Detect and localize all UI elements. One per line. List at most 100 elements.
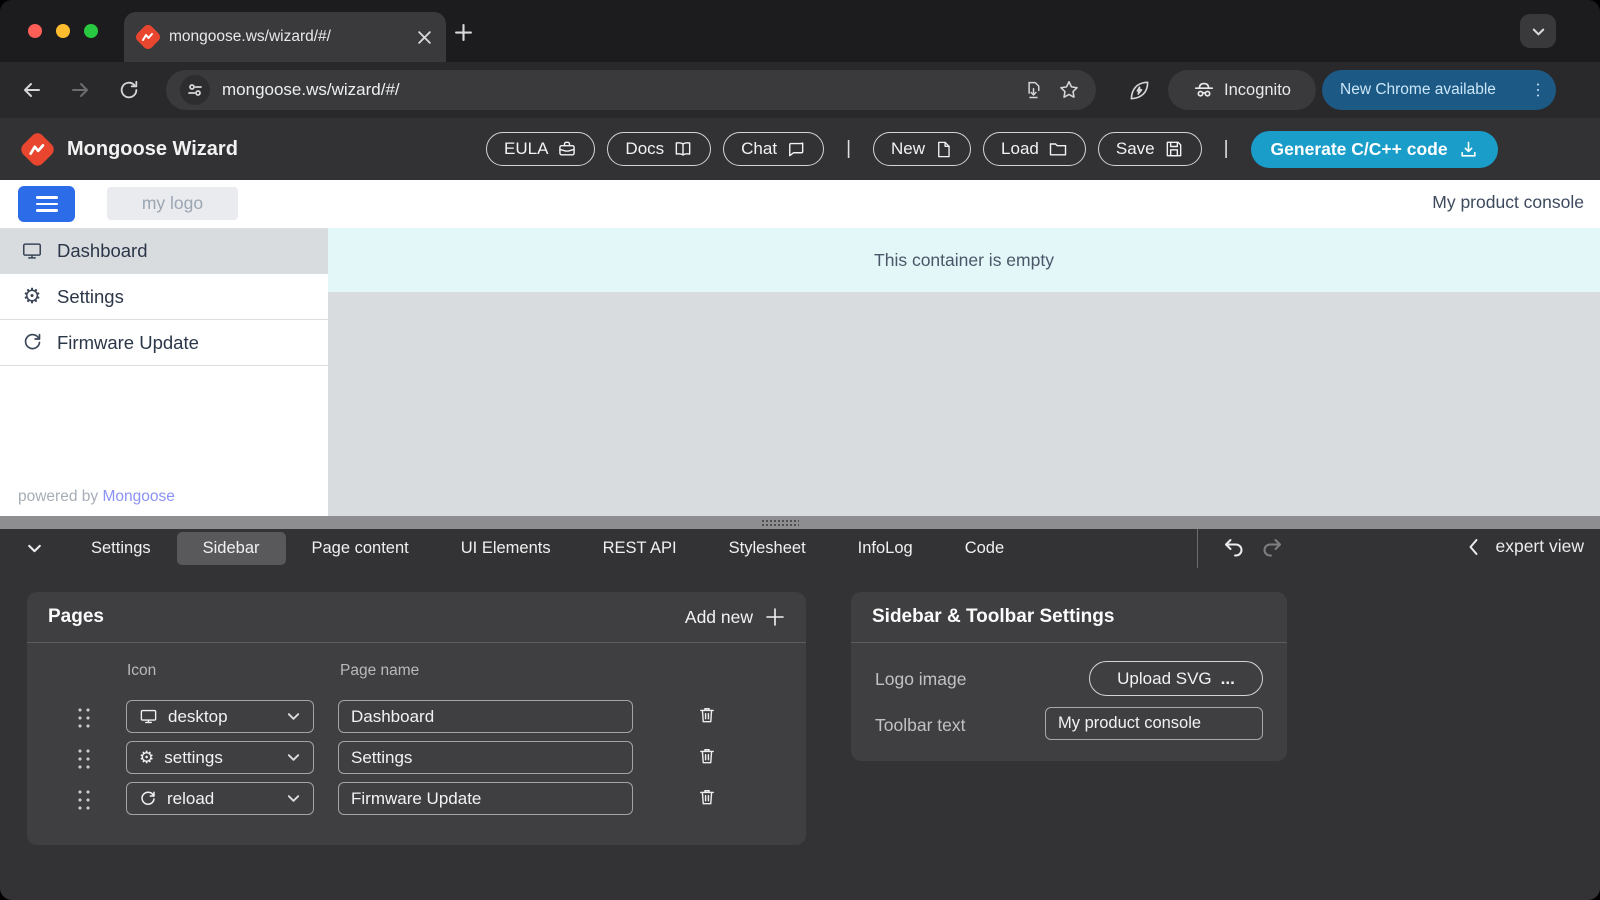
delete-page-button[interactable]	[697, 787, 717, 807]
plus-icon	[765, 607, 785, 627]
load-button[interactable]: Load	[983, 132, 1086, 166]
undo-button[interactable]	[1222, 535, 1246, 559]
gear-icon: ⚙	[139, 749, 154, 766]
redo-button[interactable]	[1260, 535, 1284, 559]
chat-button[interactable]: Chat	[723, 132, 824, 166]
icon-select-reload[interactable]: reload	[126, 782, 314, 815]
install-page-icon[interactable]	[1020, 77, 1046, 103]
preview-sidebar: Dashboard ⚙ Settings Firmware Update pow…	[0, 228, 328, 516]
delete-page-button[interactable]	[697, 705, 717, 725]
icon-select-settings[interactable]: ⚙ settings	[126, 741, 314, 774]
mongoose-favicon	[134, 23, 162, 51]
new-tab-button[interactable]	[455, 24, 472, 41]
page-row-settings: ⚙ settings	[27, 741, 806, 774]
sidebar-toolbar-settings-card: Sidebar & Toolbar Settings Logo image Up…	[851, 592, 1287, 761]
forward-button[interactable]	[67, 77, 93, 103]
bookmark-star-icon[interactable]	[1056, 77, 1082, 103]
tab-title: mongoose.ws/wizard/#/	[169, 28, 417, 46]
new-project-button[interactable]: New	[873, 132, 971, 166]
header-separator: |	[846, 138, 851, 160]
hamburger-menu-button[interactable]	[18, 186, 75, 222]
performance-leaf-icon[interactable]	[1126, 77, 1152, 103]
tab-code[interactable]: Code	[939, 532, 1030, 565]
drag-handle[interactable]	[76, 706, 91, 728]
back-button[interactable]	[19, 77, 45, 103]
mongoose-link[interactable]: Mongoose	[102, 488, 174, 505]
toolbar-text-label: Toolbar text	[875, 715, 965, 736]
page-name-input[interactable]	[338, 700, 633, 733]
icon-select-desktop[interactable]: desktop	[126, 700, 314, 733]
column-header-page-name: Page name	[340, 662, 419, 680]
floppy-disk-icon	[1164, 139, 1184, 159]
close-window-button[interactable]	[28, 24, 42, 38]
logo-placeholder[interactable]: my logo	[107, 187, 238, 220]
browser-tab[interactable]: mongoose.ws/wizard/#/	[124, 12, 446, 62]
settings-card-title: Sidebar & Toolbar Settings	[872, 606, 1114, 628]
pages-card: Pages Add new Icon Page name desktop	[27, 592, 806, 845]
collapse-panel-chevron-icon[interactable]	[26, 540, 43, 557]
tab-sidebar[interactable]: Sidebar	[177, 532, 286, 565]
chevron-down-icon	[286, 750, 301, 765]
incognito-badge: Incognito	[1168, 70, 1316, 110]
powered-by: powered by Mongoose	[18, 488, 175, 506]
empty-container-message: This container is empty	[328, 228, 1600, 292]
sidebar-item-firmware-update[interactable]: Firmware Update	[0, 320, 328, 366]
zoom-window-button[interactable]	[84, 24, 98, 38]
add-new-page-button[interactable]: Add new	[685, 607, 785, 628]
logo-image-label: Logo image	[875, 669, 966, 690]
eula-button[interactable]: EULA	[486, 132, 595, 166]
preview-toolbar-text: My product console	[1432, 192, 1584, 213]
drag-handle[interactable]	[76, 747, 91, 769]
page-name-input[interactable]	[338, 741, 633, 774]
browser-toolbar: mongoose.ws/wizard/#/ Incognito New Chro…	[0, 62, 1600, 118]
preview-content-area: This container is empty	[328, 228, 1600, 516]
page-row-firmware-update: reload	[27, 782, 806, 815]
site-settings-icon[interactable]	[180, 75, 210, 105]
new-chrome-available-button[interactable]: New Chrome available	[1322, 70, 1556, 110]
sidebar-item-dashboard[interactable]: Dashboard	[0, 228, 328, 274]
tab-ui-elements[interactable]: UI Elements	[435, 532, 577, 565]
update-label: New Chrome available	[1340, 81, 1520, 99]
save-button[interactable]: Save	[1098, 132, 1202, 166]
tab-settings[interactable]: Settings	[65, 532, 177, 565]
preview-topbar: my logo My product console	[0, 180, 1600, 228]
tab-search-chevron-button[interactable]	[1520, 14, 1556, 48]
tab-rest-api[interactable]: REST API	[577, 532, 703, 565]
tabbar-divider	[1197, 529, 1198, 568]
minimize-window-button[interactable]	[56, 24, 70, 38]
sidebar-item-settings[interactable]: ⚙ Settings	[0, 274, 328, 320]
tab-page-content[interactable]: Page content	[286, 532, 435, 565]
expert-view-toggle[interactable]: expert view	[1466, 536, 1584, 557]
file-icon	[934, 140, 953, 159]
chevron-down-icon	[286, 791, 301, 806]
page-name-input[interactable]	[338, 782, 633, 815]
delete-page-button[interactable]	[697, 746, 717, 766]
briefcase-icon	[557, 139, 577, 159]
address-bar[interactable]: mongoose.ws/wizard/#/	[166, 70, 1096, 110]
tab-stylesheet[interactable]: Stylesheet	[703, 532, 832, 565]
panel-resize-splitter[interactable]	[0, 516, 1600, 529]
tab-infolog[interactable]: InfoLog	[832, 532, 939, 565]
download-icon	[1459, 140, 1478, 159]
kebab-menu-icon	[1530, 82, 1546, 98]
reload-button[interactable]	[116, 77, 142, 103]
editor-tab-bar: Settings Sidebar Page content UI Element…	[0, 529, 1600, 568]
upload-svg-button[interactable]: Upload SVG ...	[1089, 661, 1263, 696]
pages-card-title: Pages	[48, 606, 104, 628]
monitor-icon	[21, 240, 43, 262]
editor-panel: Settings Sidebar Page content UI Element…	[0, 529, 1600, 900]
toolbar-text-input[interactable]	[1045, 707, 1263, 740]
incognito-label: Incognito	[1224, 81, 1291, 100]
tab-strip: mongoose.ws/wizard/#/	[0, 0, 1600, 62]
drag-handle[interactable]	[76, 788, 91, 810]
refresh-icon	[139, 790, 157, 808]
chat-bubble-icon	[786, 139, 806, 159]
url-text[interactable]: mongoose.ws/wizard/#/	[222, 80, 1020, 100]
folder-icon	[1048, 139, 1068, 159]
docs-button[interactable]: Docs	[607, 132, 711, 166]
generate-code-button[interactable]: Generate C/C++ code	[1251, 131, 1498, 168]
tab-close-icon[interactable]	[417, 30, 432, 45]
drag-grip-icon	[761, 519, 799, 526]
trash-icon	[697, 705, 717, 725]
app-header: Mongoose Wizard EULA Docs Chat | New Loa…	[0, 118, 1600, 180]
